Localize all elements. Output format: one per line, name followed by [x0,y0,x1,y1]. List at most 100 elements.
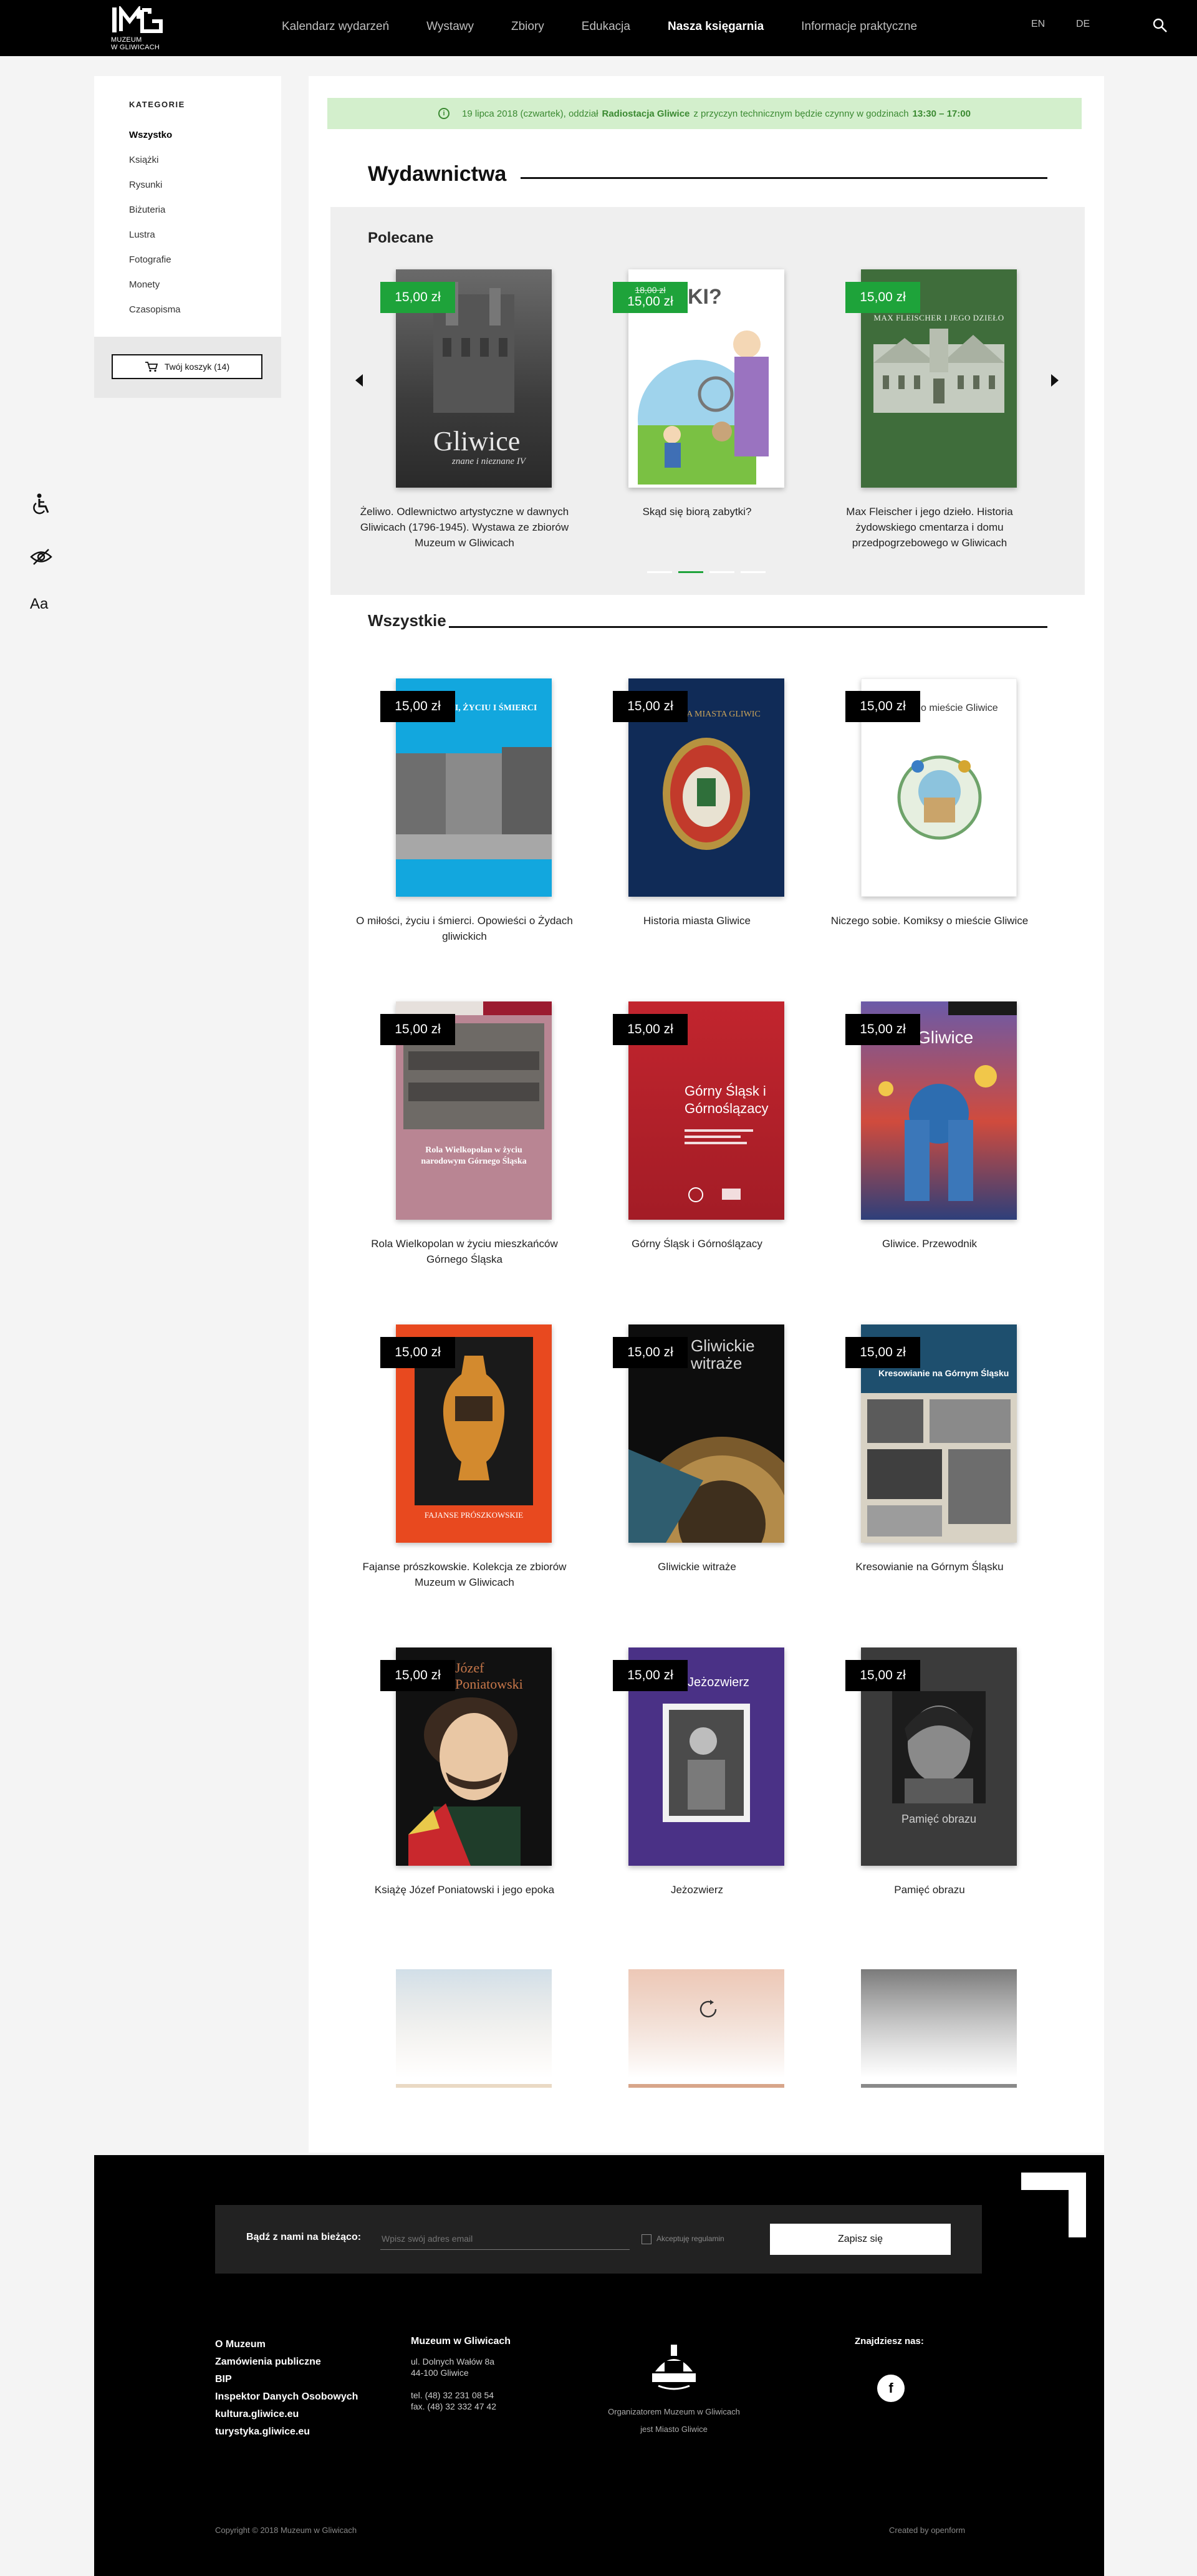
main-content: i 19 lipca 2018 (czwartek), oddział Radi… [309,76,1104,2153]
address-title: Muzeum w Gliwicach [411,2336,511,2347]
product-title[interactable]: O miłości, życiu i śmierci. Opowieści o … [352,913,577,944]
copyright: Copyright © 2018 Muzeum w Gliwicach [215,2525,357,2535]
price-tag: 15,00 zł [845,282,920,313]
organizer-text-1: Organizatorem Muzeum w Gliwicach [608,2407,740,2416]
category-sidebar: KATEGORIE Wszystko Książki Rysunki Biżut… [94,76,281,337]
footer-link-kultura[interactable]: kultura.gliwice.eu [215,2406,358,2423]
cover-title: Gliwickie witraże [691,1336,755,1372]
category-mirrors[interactable]: Lustra [129,229,181,254]
accept-terms-label: Akceptuję regulamin [656,2234,724,2243]
footer-link-turystyka[interactable]: turystyka.gliwice.eu [215,2423,358,2441]
featured-heading: Polecane [368,229,434,246]
cover-subtitle: znane i nieznane IV [452,456,526,466]
category-books[interactable]: Książki [129,155,181,180]
category-magazines[interactable]: Czasopisma [129,304,181,329]
carousel-pagination [647,571,766,573]
nav-exhibitions[interactable]: Wystawy [426,20,474,34]
high-contrast-eye-icon[interactable] [30,548,52,566]
notice-location: Radiostacja Gliwice [602,108,690,119]
price-value: 15,00 zł [860,290,906,304]
category-jewelry[interactable]: Biżuteria [129,205,181,229]
price-tag: 15,00 zł [845,1337,920,1368]
address-street: ul. Dolnych Wałów 8a [411,2357,495,2366]
font-size-icon[interactable]: Aa [30,596,48,613]
category-coins[interactable]: Monety [129,279,181,304]
old-price: 18,00 zł [635,285,666,295]
price-tag: 15,00 zł [380,1337,455,1368]
lang-en[interactable]: EN [1031,19,1045,30]
facebook-icon[interactable]: f [877,2375,905,2402]
featured-carousel: Polecane Gliwice znane i nieznane IV 15,… [330,207,1085,595]
carousel-prev-arrow-icon[interactable] [352,369,367,392]
carousel-dot[interactable] [709,571,734,573]
carousel-dot[interactable] [647,571,672,573]
cart-button[interactable]: Twój koszyk (14) [112,354,262,379]
product-title[interactable]: Gliwice. Przewodnik [817,1236,1042,1252]
logo-text: MUZEUM W GLIWICACH [111,36,160,51]
museum-logo[interactable]: MUZEUM W GLIWICACH [111,6,165,51]
category-photos[interactable]: Fotografie [129,254,181,279]
address-fax: fax. (48) 32 332 47 42 [411,2401,496,2411]
search-icon[interactable] [1152,17,1168,34]
product-title[interactable]: Niczego sobie. Komiksy o mieście Gliwice [817,913,1042,929]
product-title[interactable]: Fajanse prószkowskie. Kolekcja ze zbioró… [352,1559,577,1590]
cover-title: Pamięć obrazu [901,1813,977,1825]
info-icon: i [438,108,450,119]
price-tag: 18,00 zł 15,00 zł [613,282,688,313]
carousel-dot-active[interactable] [678,571,703,573]
gliwice-emblem-icon[interactable] [646,2337,702,2393]
accept-terms-checkbox[interactable] [642,2234,651,2244]
product-title[interactable]: Skąd się biorą zabytki? [585,504,809,519]
newsletter-form: Bądź z nami na bieżąco: Akceptuję regula… [215,2205,982,2274]
nav-practical-info[interactable]: Informacje praktyczne [801,20,917,34]
cart-icon [145,362,158,372]
product-title[interactable]: Książę Józef Poniatowski i jego epoka [352,1882,577,1898]
main-nav: Kalendarz wydarzeń Wystawy Zbiory Edukac… [282,20,954,34]
carousel-next-arrow-icon[interactable] [1047,369,1062,392]
subscribe-button[interactable]: Zapisz się [770,2224,951,2255]
wheelchair-icon[interactable] [30,493,51,516]
footer-link-bip[interactable]: BIP [215,2371,358,2388]
footer-links: O Muzeum Zamówienia publiczne BIP Inspek… [215,2336,358,2441]
price-tag: 15,00 zł [613,1014,688,1045]
product-title[interactable]: Kresowianie na Górnym Śląsku [817,1559,1042,1575]
product-title[interactable]: Pamięć obrazu [817,1882,1042,1898]
created-by[interactable]: Created by openform [889,2525,965,2535]
newsletter-email-input[interactable] [380,2227,630,2250]
maintenance-notice: i 19 lipca 2018 (czwartek), oddział Radi… [327,98,1082,129]
notice-text-1: 19 lipca 2018 (czwartek), oddział [462,108,598,119]
product-title[interactable]: Gliwickie witraże [585,1559,809,1575]
product-title[interactable]: Max Fleischer i jego dzieło. Historia ży… [817,504,1042,551]
nav-calendar[interactable]: Kalendarz wydarzeń [282,20,389,34]
logo-mark-icon [112,6,163,33]
lang-de[interactable]: DE [1076,19,1090,30]
price-tag: 15,00 zł [380,1660,455,1691]
product-title[interactable]: Rola Wielkopolan w życiu mieszkańców Gór… [352,1236,577,1267]
nav-bookshop[interactable]: Nasza księgarnia [668,20,764,34]
product-title[interactable]: Historia miasta Gliwice [585,913,809,929]
footer-link-procurement[interactable]: Zamówienia publiczne [215,2353,358,2371]
product-title[interactable]: Jeżozwierz [585,1882,809,1898]
notice-text-2: z przyczyn technicznym będzie czynny w g… [693,108,909,119]
top-navigation-bar: MUZEUM W GLIWICACH Kalendarz wydarzeń Wy… [0,0,1197,56]
loading-fade-overlay [309,1959,1104,2084]
price-value: 15,00 zł [627,294,673,309]
price-tag: 15,00 zł [380,282,455,313]
all-products-heading: Wszystkie [368,611,446,630]
product-title[interactable]: Górny Śląsk i Górnoślązacy [585,1236,809,1252]
nav-education[interactable]: Edukacja [582,20,630,34]
carousel-dot[interactable] [741,571,766,573]
all-products-divider [449,626,1047,628]
logo-corner-mark-icon [1021,2173,1086,2237]
organizer-text-2: jest Miasto Gliwice [640,2424,708,2434]
footer-link-data-inspector[interactable]: Inspektor Danych Osobowych [215,2388,358,2406]
price-tag: 15,00 zł [613,1660,688,1691]
product-title[interactable]: Żeliwo. Odlewnictwo artystyczne w dawnyc… [352,504,577,551]
site-footer: Bądź z nami na bieżąco: Akceptuję regula… [94,2155,1104,2576]
cover-title: Rola Wielkopolan w życiu narodowym Górne… [421,1146,527,1166]
category-all[interactable]: Wszystko [129,130,181,155]
footer-link-about[interactable]: O Muzeum [215,2336,358,2353]
nav-collections[interactable]: Zbiory [511,20,544,34]
logo-line-2: W GLIWICACH [111,44,160,51]
category-drawings[interactable]: Rysunki [129,180,181,205]
